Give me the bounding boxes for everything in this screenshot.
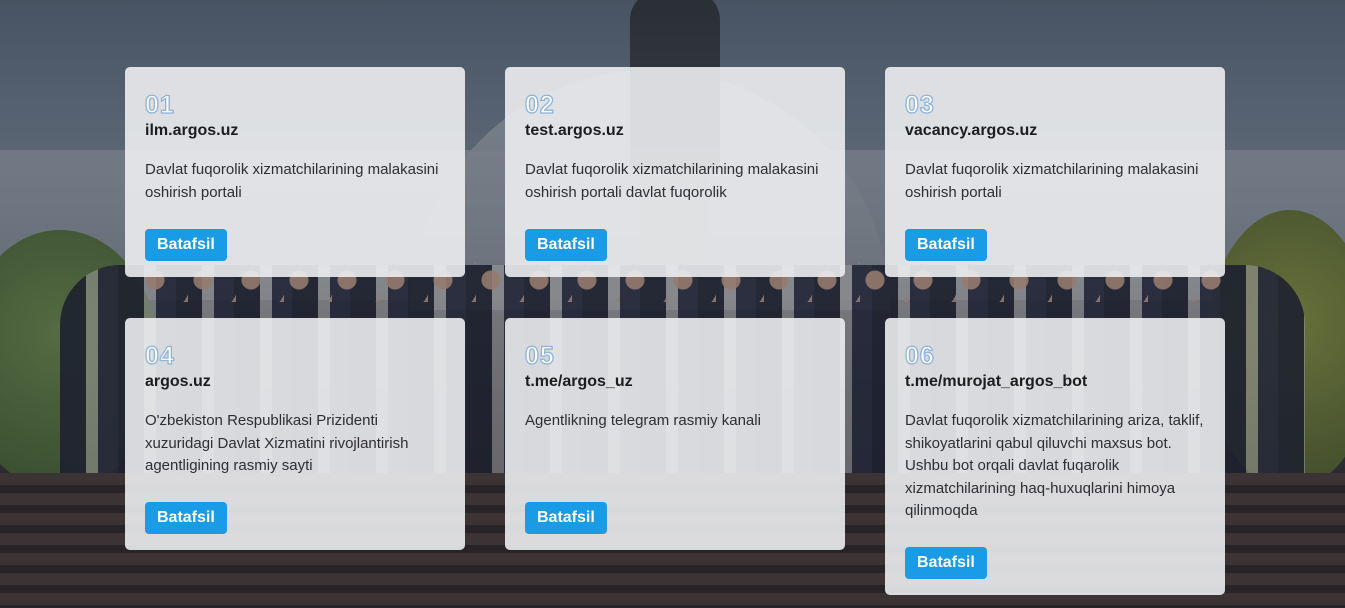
details-button[interactable]: Batafsil <box>145 502 227 534</box>
card-title: ilm.argos.uz <box>145 122 239 139</box>
card-number: 05 <box>524 341 555 370</box>
details-button[interactable]: Batafsil <box>525 229 607 261</box>
card-description: Agentlikning telegram rasmiy kanali <box>525 412 761 429</box>
details-button[interactable]: Batafsil <box>905 547 987 579</box>
card-description: Davlat fuqorolik xizmatchilarining malak… <box>525 161 819 201</box>
details-button[interactable]: Batafsil <box>525 502 607 534</box>
card-title: t.me/argos_uz <box>525 373 633 390</box>
card-title: vacancy.argos.uz <box>905 122 1038 139</box>
card-number: 06 <box>904 341 935 370</box>
details-button[interactable]: Batafsil <box>905 229 987 261</box>
card-description: Davlat fuqorolik xizmatchilarining malak… <box>905 161 1199 201</box>
service-card-4: 04 argos.uz O'zbekiston Respublikasi Pri… <box>125 318 465 550</box>
card-number: 03 <box>904 90 935 119</box>
service-card-6: 06 t.me/murojat_argos_bot Davlat fuqorol… <box>885 318 1225 595</box>
card-number: 04 <box>144 341 175 370</box>
service-card-3: 03 vacancy.argos.uz Davlat fuqorolik xiz… <box>885 67 1225 277</box>
card-description: Davlat fuqorolik xizmatchilarining malak… <box>145 161 439 201</box>
card-title: test.argos.uz <box>525 122 624 139</box>
service-card-1: 01 ilm.argos.uz Davlat fuqorolik xizmatc… <box>125 67 465 277</box>
card-description: O'zbekiston Respublikasi Prizidenti xuzu… <box>145 412 409 474</box>
card-number: 01 <box>144 90 175 119</box>
card-title: argos.uz <box>145 373 211 390</box>
details-button[interactable]: Batafsil <box>145 229 227 261</box>
card-title: t.me/murojat_argos_bot <box>905 373 1088 390</box>
service-card-5: 05 t.me/argos_uz Agentlikning telegram r… <box>505 318 845 550</box>
service-card-2: 02 test.argos.uz Davlat fuqorolik xizmat… <box>505 67 845 277</box>
card-number: 02 <box>524 90 555 119</box>
card-description: Davlat fuqorolik xizmatchilarining ariza… <box>905 412 1204 519</box>
